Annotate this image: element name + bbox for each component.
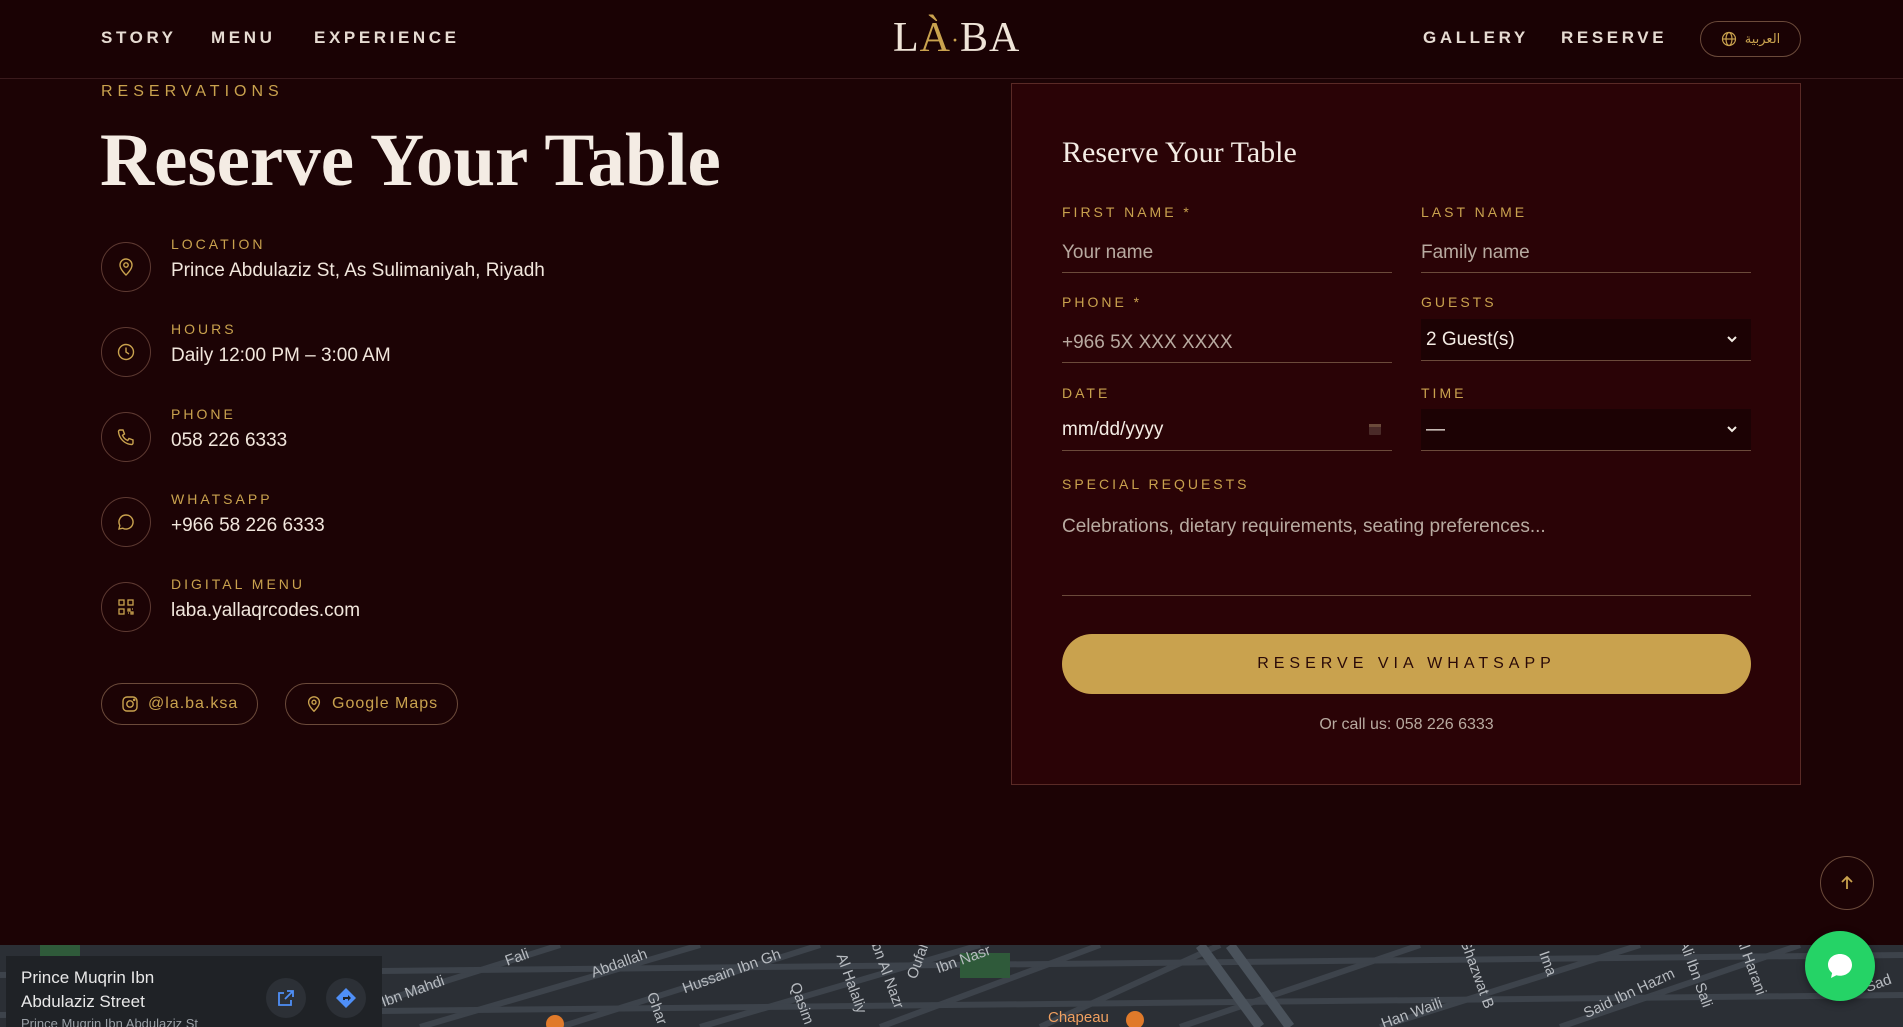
guests-select[interactable]: 2 Guest(s) [1421,319,1751,361]
language-toggle-button[interactable]: العربية [1700,21,1801,57]
map-place-card: Prince Muqrin Ibn Abdulaziz Street Princ… [6,956,382,1027]
globe-icon [1721,31,1736,47]
info-label: DIGITAL MENU [171,576,306,592]
info-value: Prince Abdulaziz St, As Sulimaniyah, Riy… [171,260,545,281]
page-title: Reserve Your Table [100,119,721,202]
chevron-down-icon [1727,336,1737,343]
info-whatsapp: WHATSAPP +966 58 226 6333 [101,491,801,549]
special-requests-textarea[interactable]: Celebrations, dietary requirements, seat… [1062,506,1751,596]
date-input[interactable]: mm/dd/yyyy [1062,409,1392,451]
nav-experience-link[interactable]: EXPERIENCE [314,28,460,48]
chat-bubble-icon [1828,954,1852,978]
info-value: Daily 12:00 PM – 3:00 AM [171,345,391,366]
reservation-form: Reserve Your Table FIRST NAME * LAST NAM… [1011,83,1801,785]
phone-input[interactable] [1062,323,1392,363]
restaurant-marker-icon[interactable] [546,1015,564,1027]
phone-label: PHONE * [1062,294,1143,310]
info-label: HOURS [171,321,237,337]
reserve-via-whatsapp-button[interactable]: RESERVE VIA WHATSAPP [1062,634,1751,694]
scroll-to-top-button[interactable] [1820,856,1874,910]
time-value: — [1426,418,1445,440]
first-name-label: FIRST NAME * [1062,204,1192,220]
map-poi-label: Chapeau [1048,1009,1109,1026]
guests-value: 2 Guest(s) [1426,328,1515,350]
phone-icon [101,412,151,462]
google-maps-link[interactable]: Google Maps [285,683,459,725]
info-value[interactable]: +966 58 226 6333 [171,515,325,537]
nav-reserve-link[interactable]: RESERVE [1561,28,1667,48]
nav-gallery-link[interactable]: GALLERY [1423,28,1529,48]
external-link-icon [278,990,294,1006]
location-pin-icon [307,696,321,713]
directions-button[interactable] [326,978,366,1018]
section-eyebrow: RESERVATIONS [101,83,284,100]
last-name-label: LAST NAME [1421,204,1528,220]
location-pin-icon [101,242,151,292]
arrow-up-icon [1841,875,1853,889]
whatsapp-chat-button[interactable] [1805,931,1875,1001]
date-placeholder: mm/dd/yyyy [1062,418,1164,440]
map-place-address: Prince Muqrin Ibn Abdulaziz St [21,1016,199,1027]
call-note: Or call us: 058 226 6333 [1319,716,1494,733]
directions-icon [336,988,356,1008]
instagram-link[interactable]: @la.ba.ksa [101,683,259,725]
last-name-input[interactable] [1421,233,1751,273]
chat-bubble-icon [101,497,151,547]
instagram-handle: @la.ba.ksa [148,695,239,712]
info-label: PHONE [171,406,236,422]
special-requests-label: SPECIAL REQUESTS [1062,476,1250,492]
calendar-icon[interactable] [1368,422,1382,436]
nav-menu-link[interactable]: MENU [211,28,275,48]
open-in-maps-button[interactable] [266,978,306,1018]
chevron-down-icon [1727,426,1737,433]
date-label: DATE [1062,385,1111,401]
qr-code-icon [101,582,151,632]
language-label: العربية [1744,31,1781,46]
form-title: Reserve Your Table [1062,136,1297,169]
embedded-map[interactable]: Ibn Mahdi Abdallah Hussain Ibn Gh Al Hal… [0,945,1903,1027]
guests-label: GUESTS [1421,294,1497,310]
info-value[interactable]: laba.yallaqrcodes.com [171,600,360,622]
info-value[interactable]: 058 226 6333 [171,430,287,452]
site-header: STORY MENU EXPERIENCE LÀ·BA GALLERY RESE… [0,0,1903,79]
restaurant-marker-icon[interactable] [1126,1011,1144,1027]
info-location: LOCATION Prince Abdulaziz St, As Suliman… [101,236,801,294]
time-select[interactable]: — [1421,409,1751,451]
time-label: TIME [1421,385,1467,401]
map-place-name: Prince Muqrin Ibn Abdulaziz Street [21,968,155,1011]
nav-story-link[interactable]: STORY [101,28,177,48]
first-name-input[interactable] [1062,233,1392,273]
info-phone: PHONE 058 226 6333 [101,406,801,464]
brand-logo[interactable]: LÀ·BA [893,14,1019,64]
special-requests-placeholder: Celebrations, dietary requirements, seat… [1062,516,1546,537]
instagram-icon [122,696,138,712]
info-label: WHATSAPP [171,491,273,507]
info-hours: HOURS Daily 12:00 PM – 3:00 AM [101,321,801,379]
clock-icon [101,327,151,377]
google-maps-label: Google Maps [332,695,439,712]
info-label: LOCATION [171,236,266,252]
info-digital-menu: DIGITAL MENU laba.yallaqrcodes.com [101,576,801,634]
